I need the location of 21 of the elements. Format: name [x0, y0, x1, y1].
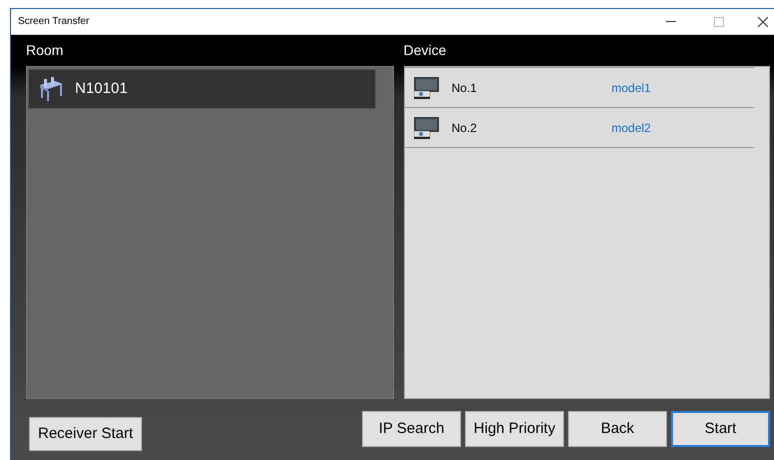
- action-button[interactable]: Receiver Start: [29, 417, 142, 451]
- room-name: N10101: [75, 78, 128, 99]
- device-model: model1: [612, 80, 651, 96]
- device-name: No.2: [452, 120, 478, 136]
- device-model: model2: [612, 120, 651, 136]
- projector-icon: [414, 76, 440, 98]
- action-button[interactable]: Back: [568, 411, 667, 447]
- window-title: Screen Transfer: [18, 15, 90, 29]
- room-item[interactable]: N10101: [28, 69, 376, 109]
- action-button[interactable]: IP Search: [362, 411, 461, 447]
- projector-icon: [414, 116, 440, 138]
- device-row[interactable]: No.1 model1: [404, 67, 754, 107]
- panel-heading: Device: [404, 41, 448, 60]
- furniture-icon: [37, 77, 65, 101]
- action-button[interactable]: High Priority: [465, 411, 564, 447]
- device-row[interactable]: No.2 model2: [404, 107, 754, 147]
- close-icon[interactable]: [758, 16, 768, 26]
- minimize-icon[interactable]: [666, 20, 676, 22]
- device-name: No.1: [452, 80, 478, 96]
- panel-heading: Room: [26, 41, 64, 60]
- action-button[interactable]: Start: [671, 411, 770, 447]
